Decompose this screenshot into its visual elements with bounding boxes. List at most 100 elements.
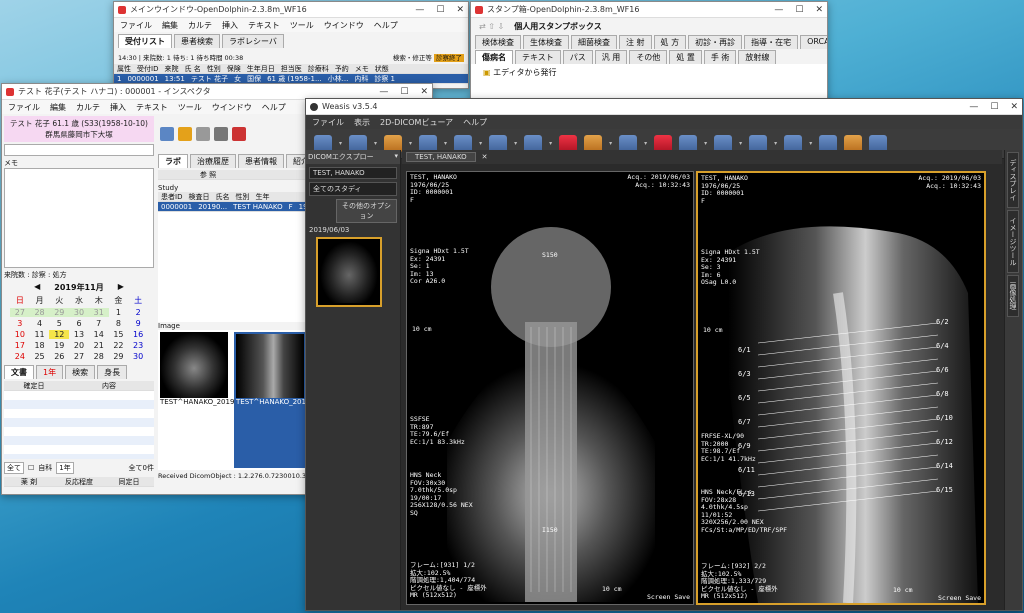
tab-radiology[interactable]: 放射線	[738, 50, 777, 64]
menu-help[interactable]: ヘルプ	[262, 102, 286, 113]
menu-karte[interactable]: カルテ	[76, 102, 100, 113]
series-thumbnail[interactable]	[316, 237, 382, 307]
calendar-day[interactable]: 9	[128, 319, 148, 328]
tab-path[interactable]: パス	[562, 50, 593, 64]
calendar-day[interactable]: 17	[10, 341, 30, 350]
close-icon[interactable]: ✕	[1010, 102, 1018, 112]
tab-reception[interactable]: 受付リスト	[118, 34, 172, 48]
minimize-icon[interactable]: —	[969, 102, 978, 112]
calendar-day[interactable]: 7	[89, 319, 109, 328]
menu-text[interactable]: テキスト	[248, 20, 280, 31]
calendar-day[interactable]: 8	[109, 319, 129, 328]
scope-select[interactable]: 全て	[4, 462, 24, 474]
search-input[interactable]	[4, 144, 154, 156]
thumbnail[interactable]: TEST^HANAKO_20190603	[160, 332, 252, 468]
viewer-tab[interactable]: TEST, HANAKO	[406, 152, 476, 162]
maximize-icon[interactable]: ☐	[795, 5, 803, 15]
calendar-day[interactable]: 29	[49, 308, 70, 317]
col-header[interactable]: 受付ID	[134, 64, 161, 74]
tab-one-year[interactable]: 1年	[36, 365, 64, 379]
col-header[interactable]: 生年月日	[244, 64, 278, 74]
col-header[interactable]: 性別	[232, 192, 252, 202]
col-header[interactable]: 確定日	[4, 381, 64, 391]
calendar-day[interactable]: 16	[128, 330, 148, 339]
col-header[interactable]: 内容	[64, 381, 154, 391]
save-icon[interactable]	[196, 127, 210, 141]
menu-insert[interactable]: 挿入	[222, 20, 238, 31]
tab-first-visit[interactable]: 初診・再診	[688, 35, 743, 49]
menu-file[interactable]: ファイル	[8, 102, 40, 113]
calendar-day[interactable]: 31	[88, 308, 109, 317]
tab-display[interactable]: ディスプレイ	[1007, 152, 1019, 208]
calendar-day[interactable]: 15	[109, 330, 129, 339]
calendar-day[interactable]: 28	[29, 308, 50, 317]
calendar-day[interactable]: 13	[69, 330, 89, 339]
menu-view[interactable]: 表示	[354, 117, 370, 128]
calendar-day[interactable]: 3	[10, 319, 30, 328]
explorer-tab[interactable]: DICOMエクスプロー	[308, 152, 374, 162]
tab-patient-search[interactable]: 患者検索	[174, 34, 220, 48]
checkbox-icon[interactable]: ☐	[28, 464, 34, 472]
col-header[interactable]: 反応程度	[54, 477, 104, 487]
menu-text[interactable]: テキスト	[136, 102, 168, 113]
patient-select[interactable]: TEST, HANAKO	[309, 167, 397, 179]
tab-surgery[interactable]: 手 術	[703, 50, 737, 64]
calendar-day[interactable]: 12	[49, 330, 70, 339]
calendar-day[interactable]: 25	[30, 352, 50, 361]
calendar-day[interactable]: 4	[30, 319, 50, 328]
col-header[interactable]: 患者ID	[158, 192, 185, 202]
prev-month-icon[interactable]: ◀	[34, 282, 40, 293]
tab-specimen[interactable]: 検体検査	[475, 35, 521, 49]
tab-treatment[interactable]: 処 置	[669, 50, 702, 64]
col-header[interactable]: 来院	[161, 64, 181, 74]
menu-help[interactable]: ヘルプ	[463, 117, 487, 128]
calendar-day[interactable]: 11	[30, 330, 50, 339]
tab-general[interactable]: 汎 用	[594, 50, 628, 64]
viewport-sagittal[interactable]: TEST, HANAKO 1976/06/25 ID: 0000001 F Ac…	[696, 171, 986, 605]
main-titlebar[interactable]: メインウインドウ-OpenDolphin-2.3.8m_WF16 — ☐ ✕	[114, 2, 468, 18]
menu-tools[interactable]: ツール	[178, 102, 202, 113]
calendar-day[interactable]: 18	[30, 341, 50, 350]
col-header[interactable]: 生年	[252, 192, 272, 202]
tab-image-tools[interactable]: イメージツール	[1007, 210, 1019, 273]
calendar-day[interactable]: 29	[109, 352, 129, 361]
maximize-icon[interactable]: ☐	[400, 87, 408, 97]
tab-prescription[interactable]: 処 方	[653, 35, 687, 49]
menu-edit[interactable]: 編集	[162, 20, 178, 31]
menu-file[interactable]: ファイル	[120, 20, 152, 31]
calendar-day[interactable]: 21	[89, 341, 109, 350]
col-header[interactable]: 担当医	[278, 64, 305, 74]
tab-history[interactable]: 治療履歴	[190, 154, 236, 168]
new-karte-icon[interactable]	[160, 127, 174, 141]
next-month-icon[interactable]: ▶	[118, 282, 124, 293]
calendar-day[interactable]: 26	[49, 352, 69, 361]
calendar-day[interactable]: 23	[128, 341, 148, 350]
edit-icon[interactable]	[178, 127, 192, 141]
thumbnail[interactable]: TEST^HANAKO_20190603	[234, 332, 328, 468]
col-header[interactable]: 性別	[204, 64, 224, 74]
col-header[interactable]: 保険	[224, 64, 244, 74]
tab-disease[interactable]: 傷病名	[475, 50, 513, 64]
close-icon[interactable]: ✕	[456, 5, 464, 15]
menu-window[interactable]: ウインドウ	[212, 102, 252, 113]
col-header[interactable]: 診療科	[305, 64, 332, 74]
tab-bacteria[interactable]: 細菌検査	[571, 35, 617, 49]
arrow-icon[interactable]: ⇄ ⇧ ⇩	[479, 22, 504, 31]
tab-height[interactable]: 身長	[97, 365, 128, 379]
tab-injection[interactable]: 注 射	[619, 35, 652, 49]
calendar-day[interactable]: 6	[69, 319, 89, 328]
col-header[interactable]: 属性	[114, 64, 134, 74]
menu-dicom-viewer[interactable]: 2D-DICOMビューア	[380, 117, 453, 128]
tab-search[interactable]: 検索	[65, 365, 96, 379]
calendar-day[interactable]: 30	[128, 352, 148, 361]
more-options-button[interactable]: その他のオプション	[336, 199, 397, 223]
viewport-coronal[interactable]: TEST, HANAKO 1976/06/25 ID: 0000001 F Ac…	[406, 171, 694, 605]
calendar-day[interactable]: 19	[49, 341, 69, 350]
col-header[interactable]: 検査日	[185, 192, 212, 202]
tab-text[interactable]: テキスト	[515, 50, 561, 64]
calendar-day[interactable]: 1	[109, 308, 129, 317]
minimize-icon[interactable]: —	[774, 5, 783, 15]
tab-documents[interactable]: 文書	[4, 365, 34, 379]
calendar-day[interactable]: 14	[89, 330, 109, 339]
menu-file[interactable]: ファイル	[312, 117, 344, 128]
